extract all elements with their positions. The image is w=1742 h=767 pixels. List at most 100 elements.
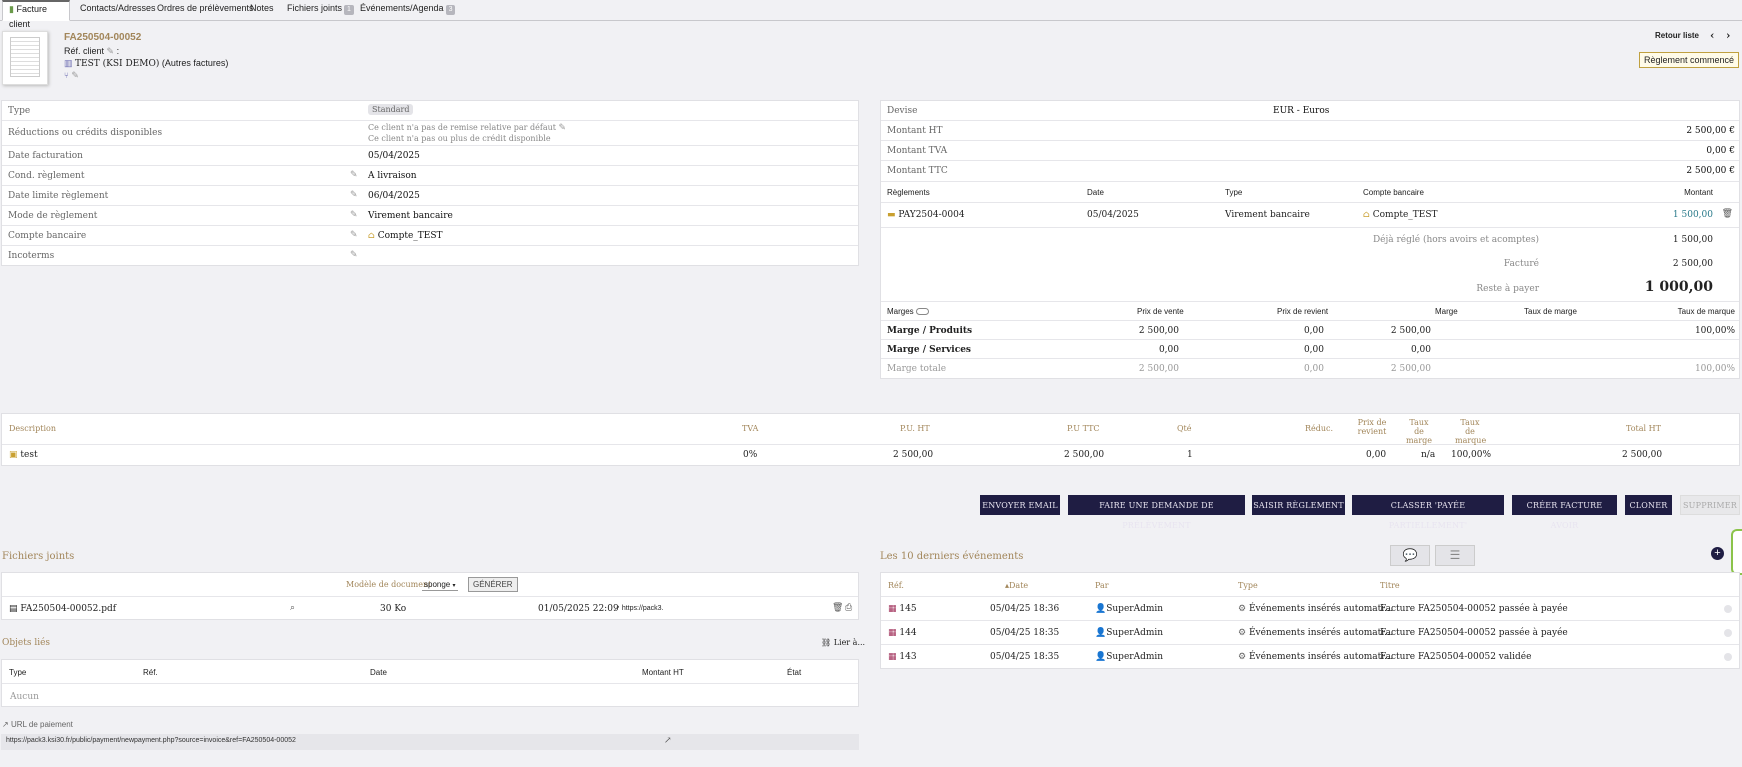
event-ref: 144 [899, 628, 917, 638]
payment-ref-link[interactable]: ▬ PAY2504-0004 [887, 210, 965, 220]
pencil-icon[interactable]: ✎ [350, 210, 358, 220]
line-description[interactable]: ▣ test [9, 450, 38, 460]
clone-button[interactable]: CLONER [1625, 495, 1672, 515]
event-user[interactable]: 👤SuperAdmin [1095, 604, 1163, 614]
empty-message: Aucun [10, 692, 39, 702]
pencil-icon[interactable]: ✎ [350, 170, 358, 180]
payment-bank-link[interactable]: ⌂ Compte_TEST [1363, 210, 1438, 220]
header-line: marque [1455, 436, 1487, 445]
linked-header-row: Type Réf. Date Montant HT État [2, 660, 858, 684]
column-header-sorted[interactable]: ▴Date [1005, 581, 1028, 590]
event-title: Facture FA250504-00052 validée [1380, 652, 1532, 662]
external-link-icon: ↗ [2, 720, 9, 729]
margins-toggle[interactable]: Marges [887, 307, 929, 316]
pencil-icon[interactable]: ✎ [350, 230, 358, 240]
markup-rate: 100,00% [1694, 326, 1735, 336]
payment-type: Virement bancaire [1225, 210, 1310, 220]
invoice-line-row[interactable]: ▣ test 0% 2 500,00 2 500,00 1 0,00 n/a 1… [2, 445, 1739, 466]
payment-url-field[interactable]: https://pack3.ksi30.fr/public/payment/ne… [1, 734, 859, 750]
back-to-list-link[interactable]: Retour liste [1655, 31, 1699, 40]
payment-icon: ▬ [887, 210, 896, 220]
column-header: Réduc. [1305, 424, 1334, 433]
chat-view-button[interactable]: 💬 [1390, 545, 1430, 566]
classify-partially-paid-button[interactable]: CLASSER 'PAYÉE PARTIELLEMENT' [1352, 495, 1504, 530]
field-label: Montant TVA [887, 146, 948, 156]
event-user[interactable]: 👤SuperAdmin [1095, 652, 1163, 662]
event-ref-link[interactable]: ▦ 144 [888, 628, 917, 638]
bank-account-value[interactable]: ⌂ Compte_TEST [368, 231, 443, 241]
tab-contacts[interactable]: Contacts/Adresses [74, 0, 162, 21]
count-badge: 1 [344, 5, 354, 15]
thirdparty-link[interactable]: TEST (KSI DEMO) [75, 59, 159, 69]
status-badge: Règlement commencé [1639, 52, 1740, 68]
pencil-icon[interactable]: ✎ [350, 190, 358, 200]
tab-attached-files[interactable]: Fichiers joints 1 [281, 0, 360, 21]
magnifier-icon[interactable]: ⌕ [290, 603, 295, 613]
side-widget-handle[interactable] [1731, 529, 1742, 575]
pencil-icon[interactable]: ✎ [107, 46, 115, 56]
tab-label: Fichiers joints [287, 3, 343, 13]
link-icon: ⛓ [821, 638, 832, 647]
linked-objects-table: Type Réf. Date Montant HT État Aucun [1, 659, 859, 707]
pencil-icon[interactable]: ✎ [350, 250, 358, 260]
tab-invoice[interactable]: ▮ Facture client [2, 0, 70, 29]
link-to-button[interactable]: ⛓ Lier à... [821, 638, 865, 647]
field-label: Incoterms [8, 251, 55, 261]
direct-debit-request-button[interactable]: FAIRE UNE DEMANDE DE PRÉLÈVEMENT [1068, 495, 1245, 530]
generate-button[interactable]: GÉNÉRER [468, 577, 518, 592]
payment-bank: Compte_TEST [1372, 210, 1438, 220]
add-event-button[interactable]: + [1711, 547, 1724, 560]
event-ref: 145 [899, 604, 917, 614]
send-email-button[interactable]: ENVOYER EMAIL [980, 495, 1060, 515]
markup-rate: 100,00% [1694, 364, 1735, 374]
hierarchy-icon[interactable]: ⑂ ✎ [64, 71, 79, 81]
invoice-thumbnail[interactable] [2, 31, 48, 85]
margin-label: Marge / Services [887, 345, 971, 355]
header-line: Prix de [1357, 418, 1387, 427]
list-view-button[interactable]: ☰ [1435, 545, 1475, 566]
event-row[interactable]: ▦ 144 05/04/25 18:35 👤SuperAdmin ⚙ Événe… [881, 621, 1739, 645]
tab-events[interactable]: Événements/Agenda 3 [354, 0, 461, 21]
line-cost: 0,00 [1366, 450, 1387, 460]
event-ref-link[interactable]: ▦ 143 [888, 652, 917, 662]
event-row[interactable]: ▦ 143 05/04/25 18:35 👤SuperAdmin ⚙ Événe… [881, 645, 1739, 669]
event-type: ⚙ Événements insérés automati... [1238, 604, 1393, 614]
event-ref-link[interactable]: ▦ 145 [888, 604, 917, 614]
pencil-icon[interactable]: ✎ [559, 123, 567, 133]
customer-ref-label: Réf. client [64, 46, 105, 56]
file-link[interactable]: ▤ FA250504-00052.pdf [9, 604, 116, 614]
bank-account-name: Compte_TEST [377, 231, 443, 241]
payment-mode-value: Virement bancaire [368, 211, 453, 221]
enter-payment-button[interactable]: SAISIR RÈGLEMENT [1252, 495, 1345, 515]
event-user[interactable]: 👤SuperAdmin [1095, 628, 1163, 638]
printer-icon[interactable]: ⎙ [845, 603, 852, 613]
margin-label: Marge / Produits [887, 326, 973, 336]
event-row[interactable]: ▦ 145 05/04/25 18:36 👤SuperAdmin ⚙ Événe… [881, 597, 1739, 621]
column-header: P.U TTC [1067, 424, 1100, 433]
trash-icon[interactable]: 🗑 [1722, 209, 1733, 219]
next-arrow-icon[interactable]: › [1726, 29, 1730, 42]
user-icon: 👤 [1095, 652, 1107, 662]
field-label: Réductions ou crédits disponibles [8, 128, 163, 138]
events-table: Réf. ▴Date Par Type Titre ▦ 145 05/04/25… [880, 572, 1740, 669]
external-link-icon[interactable]: ↗ [664, 736, 672, 746]
status-dot [1724, 605, 1732, 613]
share-link[interactable]: ↗ https://pack3. [614, 604, 663, 612]
column-header: Total HT [1626, 424, 1661, 433]
list-icon: ☰ [1449, 548, 1461, 562]
margin-value: 2 500,00 [1390, 326, 1431, 336]
payment-url-label: ↗ URL de paiement [2, 720, 73, 729]
customer-ref: Réf. client ✎ : [64, 46, 119, 57]
trash-icon[interactable]: 🗑 [832, 603, 843, 613]
create-credit-note-button[interactable]: CRÉER FACTURE AVOIR [1512, 495, 1617, 530]
margin-row: Marge / Produits 2 500,00 0,00 2 500,00 … [881, 321, 1739, 340]
file-row: ▤ FA250504-00052.pdf ⌕ 30 Ko 01/05/2025 … [2, 597, 858, 620]
previous-arrow-icon[interactable]: ‹ [1710, 29, 1714, 42]
model-select[interactable]: sponge ▾ [422, 578, 458, 591]
tab-notes[interactable]: Notes [244, 0, 280, 21]
product-icon: ▣ [9, 450, 18, 460]
document-icon: ▮ [9, 4, 14, 14]
already-paid-label: Déjà réglé (hors avoirs et acomptes) [1372, 235, 1539, 245]
customer-ref-value: : [116, 46, 120, 56]
other-invoices-link[interactable]: (Autres factures) [162, 58, 229, 68]
